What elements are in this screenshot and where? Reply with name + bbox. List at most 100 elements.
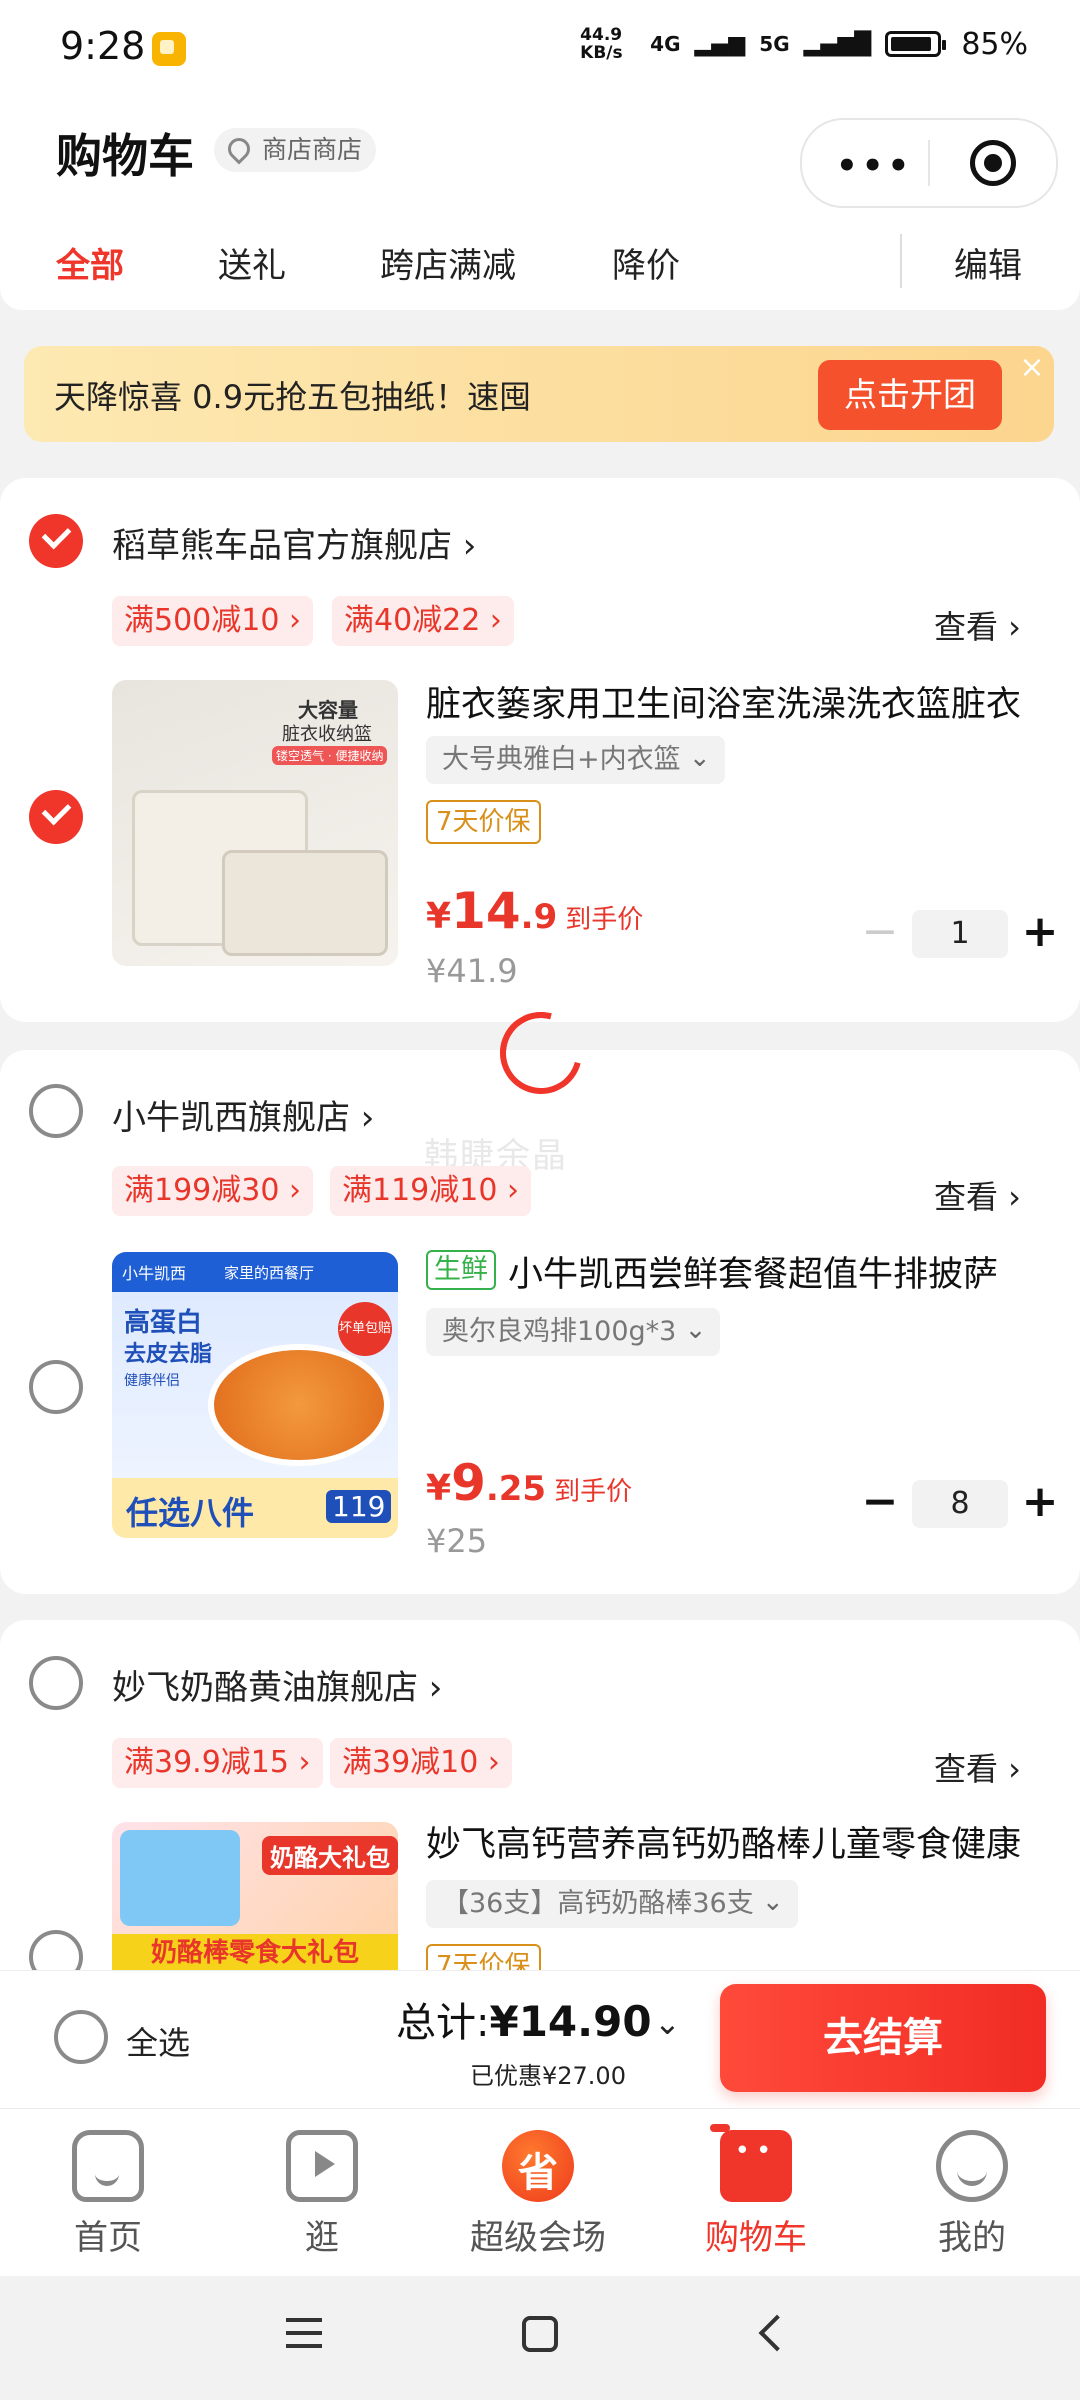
edit-button[interactable]: 编辑 — [954, 238, 1022, 287]
select-all-label[interactable]: 全选 — [126, 2018, 190, 2064]
nav-label: 超级会场 — [470, 2218, 606, 2258]
basket-shape-small — [222, 850, 388, 956]
cart-icon — [710, 2124, 792, 2202]
price-integer: 14 — [451, 882, 521, 940]
shop-checkbox-3[interactable] — [29, 1656, 83, 1710]
package-shape — [120, 1830, 240, 1926]
promo-tag[interactable]: 满40减22 › — [332, 596, 514, 646]
sku-label: 【36支】高钙奶酪棒36支 — [442, 1888, 754, 1919]
promo-tag[interactable]: 满39.9减15 › — [112, 1738, 323, 1788]
sku-selector-2[interactable]: 奥尔良鸡排100g*3 ⌄ — [426, 1308, 721, 1356]
sku-selector-1[interactable]: 大号典雅白+内衣篮 ⌄ — [426, 736, 725, 784]
chevron-down-icon: ⌄ — [688, 743, 711, 773]
home-square-icon[interactable] — [522, 2316, 558, 2352]
tab-divider — [900, 234, 902, 288]
qty-minus-button-1[interactable]: − — [860, 910, 900, 954]
price-decimal: .25 — [485, 1469, 547, 1509]
home-icon — [72, 2130, 144, 2202]
shop-checkbox-2[interactable] — [29, 1084, 83, 1138]
signal-icon: ▂▄▆ — [694, 31, 746, 57]
battery-level: 85% — [961, 26, 1028, 62]
image-caption: 健康伴侣 — [124, 1373, 180, 1389]
image-caption: 脏衣收纳篮 — [282, 724, 372, 745]
view-link[interactable]: 查看 › — [934, 602, 1021, 648]
product-image-2[interactable]: 小牛凯西 家里的西餐厅 高蛋白 去皮去脂 健康伴侣 坏单包赔 任选八件 119 — [112, 1252, 398, 1538]
status-right: 44.9 KB/s 4G ▂▄▆ 5G ▂▄▆█ 85% — [580, 26, 1028, 62]
net-speed: 44.9 KB/s — [580, 25, 623, 63]
nav-super-venue[interactable]: 超级会场 — [448, 2124, 628, 2260]
product-price-1: ¥14.9 到手价 — [426, 882, 643, 940]
total-value: ¥14.90 — [489, 1997, 652, 2046]
view-link[interactable]: 查看 › — [934, 1172, 1021, 1218]
price-decimal: .9 — [520, 897, 558, 937]
image-caption: 小牛凯西 — [122, 1264, 187, 1283]
signal-icon-2: ▂▄▆█ — [803, 31, 872, 57]
view-link[interactable]: 查看 › — [934, 1744, 1021, 1790]
nav-cart[interactable]: 购物车 — [666, 2124, 846, 2260]
item-checkbox-2[interactable] — [29, 1360, 83, 1414]
tab-all[interactable]: 全部 — [56, 238, 124, 287]
nav-profile[interactable]: 我的 — [882, 2124, 1062, 2260]
promo-tag[interactable]: 满39减10 › — [330, 1738, 512, 1788]
product-image-3[interactable]: 奶酪大礼包 奶酪棒零食大礼包 — [112, 1822, 398, 1972]
price-protect-tag: 7天价保 — [426, 800, 541, 844]
image-caption: 奶酪大礼包 — [262, 1836, 398, 1875]
promo-tag[interactable]: 满199减30 › — [112, 1166, 313, 1216]
qty-minus-button-2[interactable]: − — [860, 1480, 900, 1524]
tab-cross-store[interactable]: 跨店满减 — [380, 238, 516, 287]
close-program-icon[interactable] — [970, 140, 1016, 186]
promo-tag[interactable]: 满119减10 › — [330, 1166, 531, 1216]
shop-name-2[interactable]: 小牛凯西旗舰店 › — [112, 1090, 374, 1139]
total-details-chevron-icon[interactable]: ⌄ — [654, 2004, 681, 2042]
image-caption: 奶酪棒零食大礼包 — [112, 1934, 398, 1972]
nav-label: 首页 — [74, 2218, 142, 2258]
product-title-3[interactable]: 妙飞高钙营养高钙奶酪棒儿童零食健康 — [426, 1816, 1080, 1867]
image-caption: 去皮去脂 — [124, 1342, 213, 1367]
total-label: 总计: — [396, 2000, 490, 2046]
banner-close-icon[interactable]: × — [1014, 350, 1050, 386]
nav-label: 我的 — [938, 2218, 1006, 2258]
sku-label: 大号典雅白+内衣篮 — [442, 744, 681, 775]
item-checkbox-1[interactable] — [29, 790, 83, 844]
product-title-1[interactable]: 脏衣篓家用卫生间浴室洗澡洗衣篮脏衣 — [426, 676, 1080, 727]
shop-checkbox-1[interactable] — [29, 514, 83, 568]
sku-selector-3[interactable]: 【36支】高钙奶酪棒36支 ⌄ — [426, 1880, 798, 1928]
store-location-chip[interactable]: 商店商店 — [214, 128, 377, 172]
food-plate-shape — [208, 1344, 390, 1466]
shop-name-3[interactable]: 妙飞奶酪黄油旗舰店 › — [112, 1660, 442, 1709]
chevron-down-icon: ⌄ — [684, 1315, 707, 1345]
qty-value-1[interactable]: 1 — [912, 910, 1008, 958]
fresh-tag: 生鲜 — [426, 1250, 496, 1290]
price-protect-tag: 7天价保 — [426, 1944, 541, 1972]
page-title: 购物车 — [56, 129, 194, 183]
nav-browse[interactable]: 逛 — [232, 2124, 412, 2260]
banner-join-button[interactable]: 点击开团 — [818, 360, 1002, 430]
net-5g-label: 5G — [759, 32, 790, 56]
more-icon[interactable]: ••• — [836, 146, 913, 186]
menu-icon[interactable] — [286, 2318, 322, 2348]
qty-value-2[interactable]: 8 — [912, 1480, 1008, 1528]
product-title-2[interactable]: 小牛凯西尝鲜套餐超值牛排披萨 — [508, 1246, 1048, 1297]
tab-price-drop[interactable]: 降价 — [612, 238, 680, 287]
promo-tag[interactable]: 满500减10 › — [112, 596, 313, 646]
qty-plus-button-1[interactable]: + — [1020, 910, 1060, 954]
nav-label: 逛 — [305, 2218, 339, 2258]
select-all-checkbox[interactable] — [54, 2010, 108, 2064]
image-caption: 119 — [326, 1490, 392, 1523]
profile-icon — [936, 2130, 1008, 2202]
price-note: 到手价 — [554, 1477, 633, 1507]
image-caption: 任选八件 — [126, 1494, 255, 1532]
original-price-1: ¥41.9 — [426, 952, 518, 990]
battery-icon — [885, 31, 947, 57]
price-integer: 9 — [451, 1454, 486, 1512]
nav-label: 购物车 — [705, 2218, 807, 2258]
app-notification-icon — [152, 32, 186, 66]
tab-gift[interactable]: 送礼 — [218, 238, 286, 287]
qty-plus-button-2[interactable]: + — [1020, 1480, 1060, 1524]
checkout-button[interactable]: 去结算 — [720, 1984, 1046, 2092]
nav-home[interactable]: 首页 — [18, 2124, 198, 2260]
product-image-1[interactable]: 大容量 脏衣收纳篮 镂空透气 · 便捷收纳 — [112, 680, 398, 966]
shop-name-1[interactable]: 稻草熊车品官方旗舰店 › — [112, 518, 476, 567]
image-caption: 高蛋白 — [124, 1308, 203, 1338]
video-icon — [286, 2130, 358, 2202]
